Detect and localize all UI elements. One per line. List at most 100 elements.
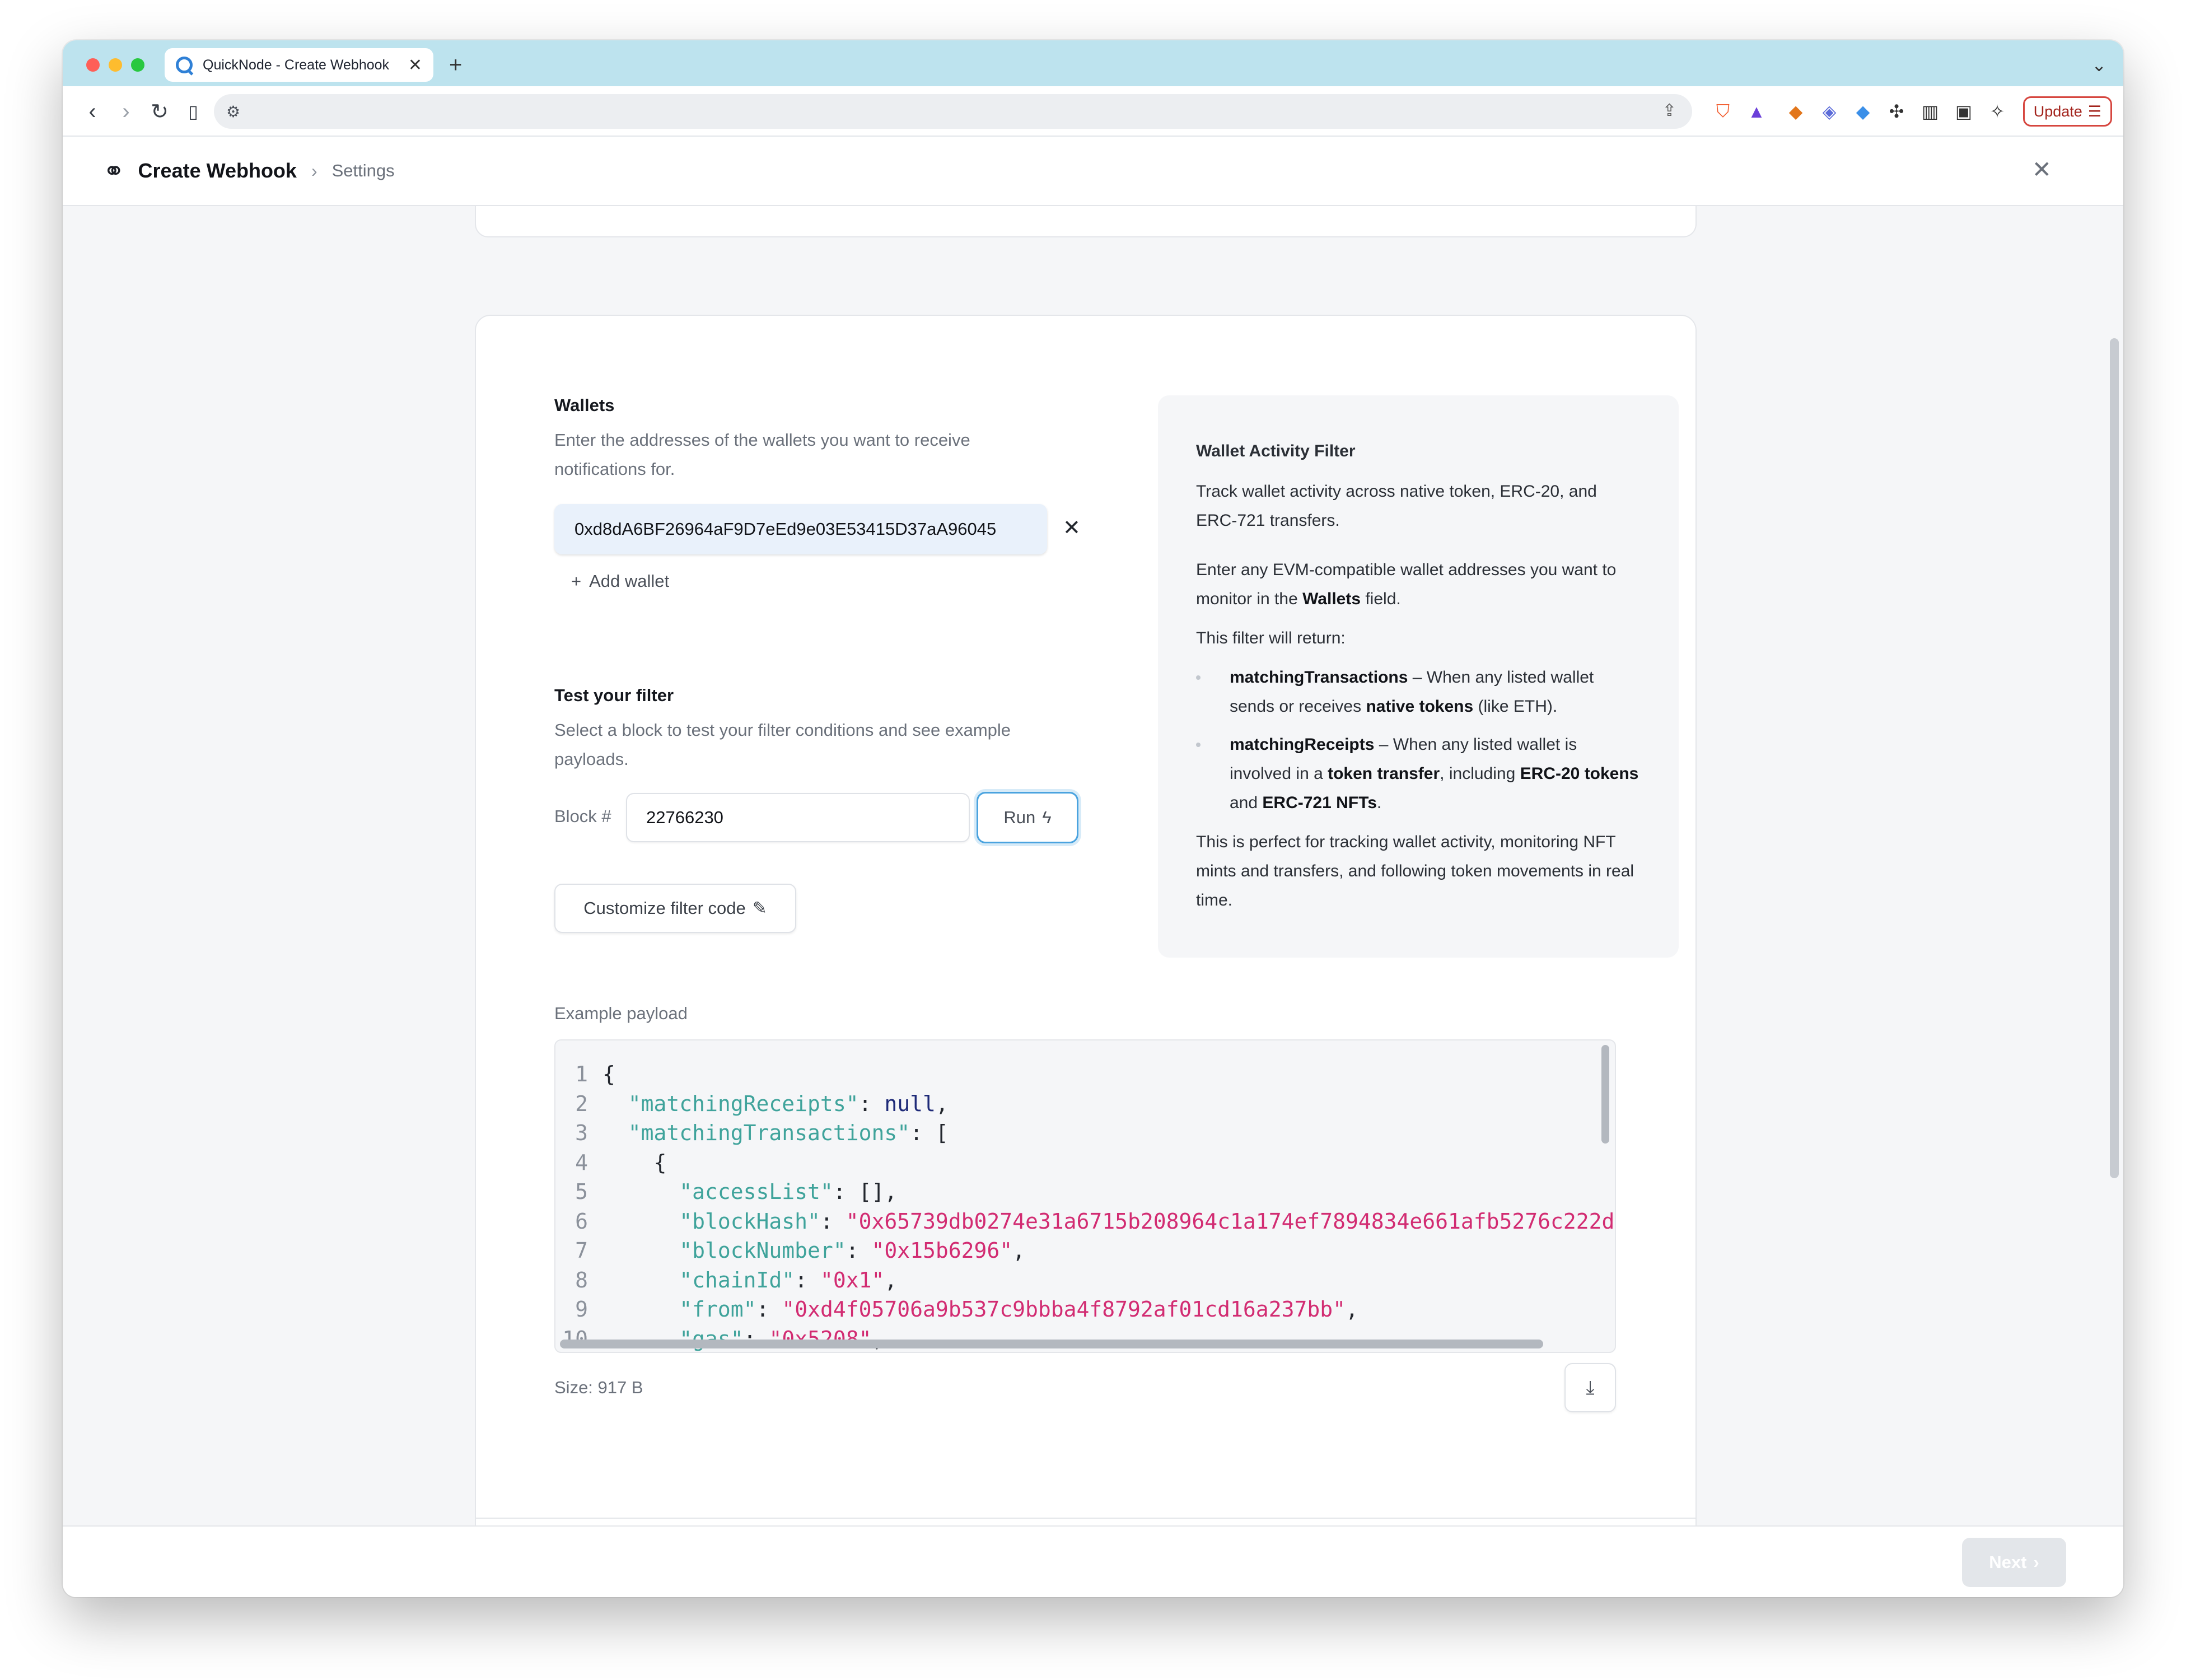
line-number: 9	[575, 1297, 588, 1322]
line-number: 4	[575, 1150, 588, 1175]
line-number: 3	[575, 1121, 588, 1145]
tab-list-chevron-icon[interactable]: ⌄	[2091, 49, 2106, 81]
sidebar-icon[interactable]: ▥	[1916, 97, 1944, 125]
download-icon: ⤓	[1586, 1376, 1595, 1398]
wallets-section: Wallets Enter the addresses of the walle…	[554, 395, 1081, 484]
info-paragraph-1: Track wallet activity across native toke…	[1196, 482, 1597, 530]
run-button[interactable]: Run ϟ	[977, 792, 1078, 843]
run-label: Run	[1003, 808, 1036, 827]
remove-wallet-icon[interactable]: ✕	[1063, 515, 1081, 540]
menu-icon: ☰	[2087, 102, 2101, 120]
code-line: 9 "from": "0xd4f05706a9b537c9bbba4f8792a…	[555, 1295, 1615, 1324]
chevron-right-icon: ›	[311, 160, 317, 181]
reload-icon[interactable]: ↻	[144, 96, 175, 127]
filter-card: Wallets Enter the addresses of the walle…	[475, 315, 1697, 1597]
leo-ai-icon[interactable]: ✧	[1983, 97, 2011, 125]
code-text: "matchingTransactions": [	[628, 1121, 949, 1145]
payload-size: Size: 917 B	[554, 1378, 643, 1397]
pencil-icon: ✎	[752, 898, 767, 918]
code-text: "chainId": "0x1",	[679, 1267, 898, 1292]
info-paragraph-2: Enter any EVM-compatible wallet addresse…	[1196, 561, 1617, 608]
info-title: Wallet Activity Filter	[1196, 442, 1356, 460]
line-number: 7	[575, 1238, 588, 1263]
close-icon[interactable]: ✕	[2032, 156, 2052, 183]
browser-window: QuickNode - Create Webhook ✕ + ⌄ ‹ › ↻ ▯…	[63, 40, 2123, 1597]
page-scrollbar[interactable]	[2110, 338, 2119, 1178]
next-label: Next	[1989, 1552, 2027, 1572]
info-list: matchingTransactions – When any listed w…	[1196, 663, 1641, 818]
tab-bar: QuickNode - Create Webhook ✕ + ⌄	[63, 40, 2123, 86]
code-text: "gas": "0x5208",	[679, 1326, 885, 1351]
code-text: "blockHash": "0x65739db0274e31a6715b2089…	[679, 1208, 1616, 1234]
line-number: 5	[575, 1179, 588, 1204]
code-line: 10 "gas": "0x5208",	[555, 1324, 1615, 1352]
metamask-icon[interactable]: ◆	[1782, 97, 1810, 125]
page: ⚭ Create Webhook › Settings ✕ Wallets En…	[63, 137, 2123, 1597]
customize-filter-code-button[interactable]: Customize filter code ✎	[554, 884, 796, 933]
wallets-description: Enter the addresses of the wallets you w…	[554, 430, 970, 479]
vertical-scrollbar[interactable]	[1601, 1045, 1609, 1144]
browser-tab[interactable]: QuickNode - Create Webhook ✕	[165, 48, 433, 82]
lightning-icon: ϟ	[1042, 808, 1052, 827]
line-number: 2	[575, 1091, 588, 1116]
browser-toolbar: ‹ › ↻ ▯ ⚙ ⇪ ⛉ ▲ ◆ ◈ ◆ ✣ ▥ ▣ ✧ ⛨ ● Update…	[63, 86, 2123, 137]
extensions-puzzle-icon[interactable]: ✣	[1883, 97, 1911, 125]
extension-diamond-icon[interactable]: ◆	[1849, 97, 1877, 125]
payload-code-viewer[interactable]: 1 {2 "matchingReceipts": null, 3 "matching…	[554, 1039, 1616, 1353]
code-lines: 1 {2 "matchingReceipts": null, 3 "matching…	[555, 1060, 1615, 1352]
horizontal-scrollbar[interactable]	[560, 1340, 1543, 1348]
line-number: 8	[575, 1267, 588, 1292]
close-window-button[interactable]	[86, 58, 100, 72]
test-filter-title: Test your filter	[554, 685, 674, 705]
customize-label: Customize filter code	[583, 898, 746, 918]
app-header: ⚭ Create Webhook › Settings ✕	[63, 137, 2123, 206]
page-title: Create Webhook	[138, 159, 297, 182]
list-item: matchingTransactions – When any listed w…	[1196, 663, 1641, 721]
line-number: 1	[575, 1062, 588, 1086]
example-payload-label: Example payload	[554, 1004, 688, 1023]
wallet-activity-info-panel: Wallet Activity Filter Track wallet acti…	[1158, 395, 1679, 958]
line-number: 6	[575, 1208, 588, 1234]
code-line: 4 {	[555, 1148, 1615, 1178]
new-tab-button[interactable]: +	[449, 48, 462, 82]
wallet-icon[interactable]: ▣	[1950, 97, 1978, 125]
line-number: 10	[562, 1326, 588, 1351]
tab-close-icon[interactable]: ✕	[408, 55, 422, 75]
address-bar[interactable]: ⚙ ⇪	[214, 94, 1692, 129]
forward-icon[interactable]: ›	[111, 96, 141, 127]
back-icon[interactable]: ‹	[77, 96, 108, 127]
extension-icon[interactable]: ◈	[1815, 97, 1843, 125]
next-button[interactable]: Next ›	[1962, 1538, 2066, 1587]
code-text: "accessList": [],	[679, 1179, 898, 1204]
code-line: 5 "accessList": [],	[555, 1177, 1615, 1207]
code-line: 8 "chainId": "0x1",	[555, 1266, 1615, 1295]
add-wallet-label: Add wallet	[589, 571, 670, 591]
info-paragraph-3: This filter will return:	[1196, 629, 1346, 647]
test-filter-description: Select a block to test your filter condi…	[554, 720, 1011, 769]
footer-bar: Next ›	[63, 1525, 2123, 1597]
add-wallet-button[interactable]: + Add wallet	[571, 571, 669, 591]
code-line: 2 "matchingReceipts": null,	[555, 1089, 1615, 1119]
site-settings-icon[interactable]: ⚙	[226, 102, 240, 121]
plus-icon: +	[571, 571, 582, 591]
download-payload-button[interactable]: ⤓	[1564, 1363, 1616, 1412]
wallet-address-input[interactable]: 0xd8dA6BF26964aF9D7eEd9e03E53415D37aA960…	[554, 504, 1047, 554]
wallets-title: Wallets	[554, 395, 615, 415]
list-item: matchingReceipts – When any listed walle…	[1196, 730, 1641, 818]
brave-shields-icon[interactable]: ⛉	[1709, 97, 1737, 125]
update-button[interactable]: Update ☰	[2022, 96, 2112, 127]
block-number-label: Block #	[554, 806, 611, 826]
code-text: {	[653, 1150, 667, 1175]
share-icon[interactable]: ⇪	[1662, 101, 1676, 120]
code-line: 3 "matchingTransactions": [	[555, 1118, 1615, 1148]
previous-section-card	[475, 206, 1697, 237]
bookmark-icon[interactable]: ▯	[178, 96, 208, 127]
block-number-input[interactable]: 22766230	[626, 793, 970, 842]
code-line: 6 "blockHash": "0x65739db0274e31a6715b20…	[555, 1207, 1615, 1236]
code-line: 7 "blockNumber": "0x15b6296",	[555, 1236, 1615, 1266]
info-paragraph-4: This is perfect for tracking wallet acti…	[1196, 833, 1634, 909]
minimize-window-button[interactable]	[109, 58, 122, 72]
zoom-window-button[interactable]	[131, 58, 144, 72]
brave-rewards-icon[interactable]: ▲	[1743, 97, 1771, 125]
tab-title: QuickNode - Create Webhook	[203, 57, 390, 73]
